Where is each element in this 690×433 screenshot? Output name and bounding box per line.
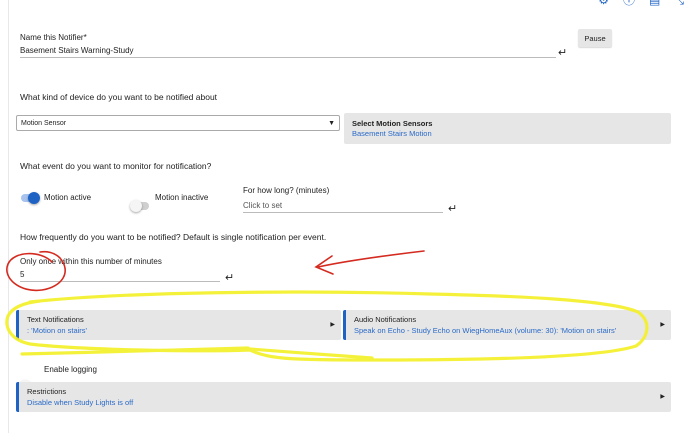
yellow-annotations [5,290,649,362]
red-arrow-annotation [317,250,425,268]
yellow-loop-annotation [5,290,649,362]
red-circle-annotation [6,250,66,292]
annotation-overlay [5,250,649,362]
red-annotations [6,250,425,292]
